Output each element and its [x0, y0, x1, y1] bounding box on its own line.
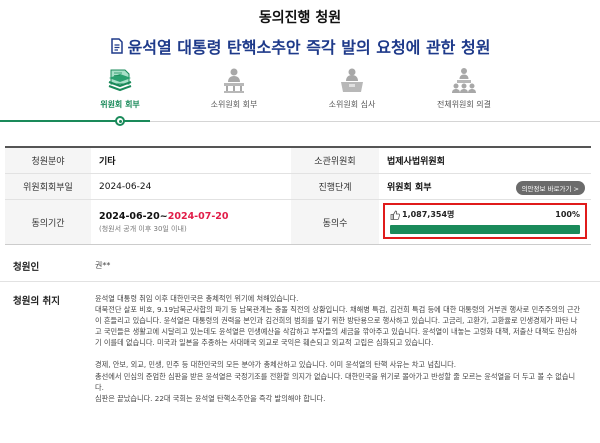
petitioner-value: 권** [95, 261, 111, 270]
agree-count-wrap: 1,087,354명 [390, 209, 454, 220]
petition-title: 윤석열 대통령 탄핵소추안 즉각 발의 요청에 관한 청원 [0, 34, 600, 58]
agree-count: 1,087,354명 [402, 210, 455, 219]
stack-icon [108, 69, 132, 92]
info-row: 동의기간 2024-06-20~2024-07-20 (청원서 공개 이후 30… [5, 200, 591, 244]
step-plenary-resolution[interactable]: 전체위원회 의결 [409, 66, 519, 110]
purpose-paragraph: 경제, 안보, 외교, 민생, 민주 등 대한민국의 모든 분야가 총체산하고 … [95, 360, 576, 403]
bill-info-link-button[interactable]: 의안정보 바로가기 > [515, 181, 585, 195]
page-heading: 동의진행 청원 [258, 10, 342, 26]
step-subcommittee-review[interactable]: 소위원회 심사 [297, 66, 407, 110]
step-label: 전체위원회 의결 [436, 100, 492, 109]
agree-progress-box: 1,087,354명 100% [383, 203, 587, 239]
petition-title-text: 윤석열 대통령 탄핵소추안 즉각 발의 요청에 관한 청원 [127, 38, 491, 57]
field-value: 기타 [99, 157, 116, 167]
committee-label: 소관위원회 [291, 148, 379, 173]
period-label: 동의기간 [5, 200, 91, 244]
step-label: 소위원회 회부 [210, 100, 258, 109]
stage-cell: 위원회 회부 의안정보 바로가기 > [379, 174, 591, 199]
agree-percent: 100% [555, 210, 580, 219]
step-subcommittee-referral[interactable]: 소위원회 회부 [179, 66, 289, 110]
agree-progress-fill [390, 225, 580, 234]
info-row: 청원분야 기타 소관위원회 법제사법위원회 [5, 148, 591, 174]
stage-value: 위원회 회부 [387, 183, 432, 193]
person-podium-icon [224, 68, 244, 93]
agree-cell: 1,087,354명 100% [379, 200, 591, 244]
period-dates: 2024-06-20~2024-07-20 [99, 211, 229, 222]
field-label: 청원분야 [5, 148, 91, 173]
section-divider [0, 281, 600, 282]
document-icon [110, 38, 123, 54]
step-label: 소위원회 심사 [328, 100, 376, 109]
progress-steps: 위원회 회부 소위원회 회부 소위원회 심사 전체위원회 의결 [0, 66, 600, 126]
step-committee-referral[interactable]: 위원회 회부 [65, 66, 175, 110]
agree-progress-bar [390, 225, 580, 234]
purpose-paragraph: 윤석열 대통령 취임 이후 대한민국은 총체적인 위기에 처해있습니다. 대북전… [95, 294, 581, 348]
committee-value: 법제사법위원회 [387, 157, 445, 167]
current-step-marker [115, 116, 125, 126]
stage-label: 진행단계 [291, 174, 379, 199]
petition-info-table: 청원분야 기타 소관위원회 법제사법위원회 위원회회부일 2024-06-24 … [5, 146, 591, 245]
agree-progress-header: 1,087,354명 100% [390, 209, 580, 220]
step-label: 위원회 회부 [100, 100, 140, 109]
period-value: 2024-06-20~2024-07-20 (청원서 공개 이후 30일 이내) [91, 200, 291, 244]
referral-date-label: 위원회회부일 [5, 174, 91, 199]
referral-date-value: 2024-06-24 [99, 181, 152, 192]
thumbs-up-icon [390, 210, 400, 220]
period-note: (청원서 공개 이후 30일 이내) [99, 224, 187, 233]
period-start: 2024-06-20~ [99, 210, 168, 222]
agree-label: 동의수 [291, 200, 379, 244]
person-desk-icon [341, 68, 363, 92]
info-row: 위원회회부일 2024-06-24 진행단계 위원회 회부 의안정보 바로가기 … [5, 174, 591, 200]
purpose-label: 청원의 취지 [13, 296, 61, 307]
petitioner-label: 청원인 [13, 262, 40, 273]
purpose-body: 윤석열 대통령 취임 이후 대한민국은 총체적인 위기에 처해있습니다. 대북전… [95, 293, 581, 415]
group-podium-icon [452, 68, 476, 93]
progress-track-active [0, 120, 150, 122]
period-end: 2024-07-20 [167, 210, 229, 222]
